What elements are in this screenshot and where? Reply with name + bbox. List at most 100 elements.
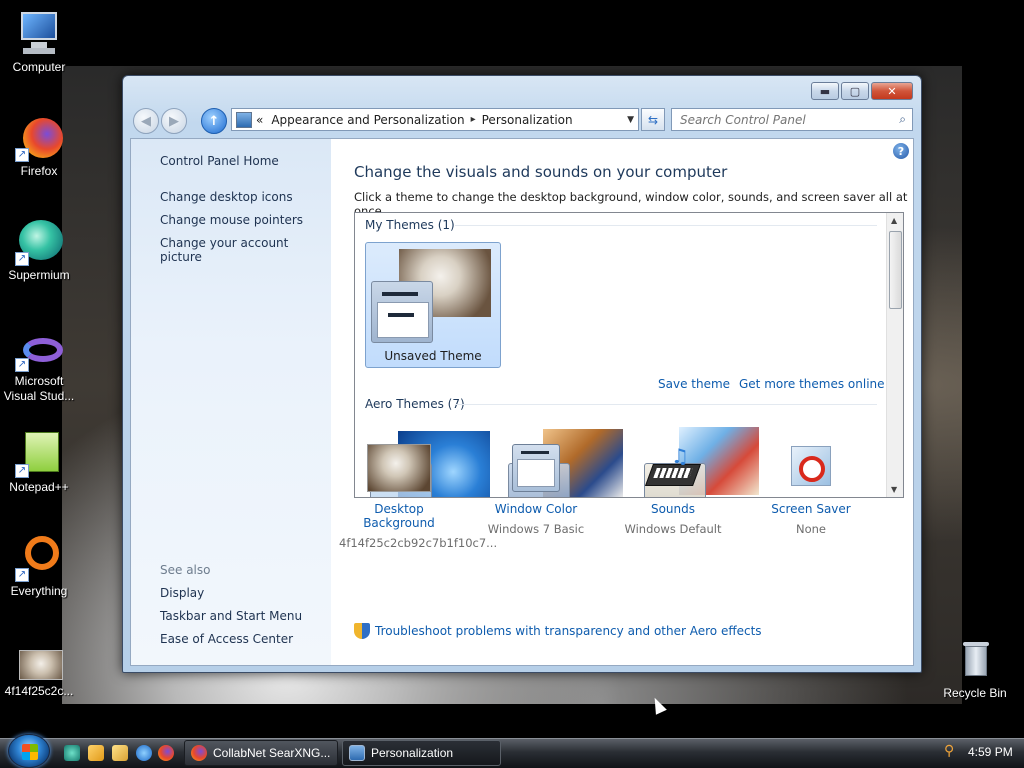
taskbar-button-searxng[interactable]: CollabNet SearXNG...	[184, 740, 338, 766]
task-pane: Control Panel Home Change desktop icons …	[131, 139, 331, 665]
search-box[interactable]: ⌕	[671, 108, 913, 131]
desktop-icon-notepadpp[interactable]: ↗ Notepad++	[1, 430, 77, 495]
internet-explorer-icon[interactable]	[136, 745, 152, 761]
setting-name: Window Color	[494, 502, 578, 516]
refresh-button[interactable]: ⇆	[641, 108, 665, 131]
setting-name: Desktop Background	[363, 502, 435, 530]
up-arrow-icon: ↑	[208, 113, 220, 129]
sounds-icon: ♫	[641, 444, 705, 494]
theme-unsaved[interactable]: Unsaved Theme	[365, 242, 501, 368]
breadcrumb-appearance[interactable]: Appearance and Personalization	[271, 113, 464, 127]
shortcut-arrow-icon: ↗	[15, 252, 29, 266]
start-button[interactable]	[8, 734, 50, 768]
image-file-icon	[15, 648, 63, 682]
minimize-button[interactable]: ▬	[811, 82, 839, 100]
explorer-folder-icon[interactable]	[112, 745, 128, 761]
setting-name: Sounds	[650, 502, 696, 516]
desktop-icon-firefox[interactable]: ↗ Firefox	[1, 114, 77, 179]
control-panel-icon	[236, 111, 252, 128]
shortcut-arrow-icon: ↗	[15, 568, 29, 582]
everything-icon: ↗	[15, 534, 63, 582]
setting-value: 4f14f25c2cb92c7b1f10c7...	[339, 536, 498, 550]
aero-themes-heading: Aero Themes (7)	[365, 397, 465, 411]
desktop-icon-label: Recycle Bin	[943, 686, 1007, 700]
desktop-icon-label: Microsoft Visual Stud...	[3, 374, 75, 403]
personalization-window: ▬ ▢ ✕ ◀ ▶ ↑ « Appearance and Personaliza…	[122, 75, 922, 673]
desktop-icon-computer[interactable]: Computer	[1, 10, 77, 75]
window-color-setting[interactable]: Window Color Windows 7 Basic	[476, 444, 596, 536]
scroll-down-icon[interactable]: ▼	[891, 485, 897, 494]
screen-saver-icon	[779, 444, 843, 494]
change-mouse-pointers-link[interactable]: Change mouse pointers	[160, 213, 303, 227]
scroll-up-icon[interactable]: ▲	[891, 216, 897, 225]
uac-shield-icon	[354, 623, 370, 639]
firefox-quicklaunch-icon[interactable]	[158, 745, 174, 761]
display-link[interactable]: Display	[160, 586, 204, 600]
get-more-themes-link[interactable]: Get more themes online	[739, 377, 885, 391]
troubleshoot-aero-link[interactable]: Troubleshoot problems with transparency …	[375, 624, 762, 638]
ease-of-access-link[interactable]: Ease of Access Center	[160, 632, 293, 646]
system-clock[interactable]: 4:59 PM	[968, 745, 1013, 759]
setting-value: Windows 7 Basic	[487, 522, 585, 536]
refresh-icon: ⇆	[647, 112, 659, 127]
desktop-icon-image-file[interactable]: 4f14f25c2c...	[1, 648, 77, 699]
address-dropdown-icon[interactable]: ▼	[627, 115, 634, 125]
setting-value: Windows Default	[624, 522, 722, 536]
desktop-icon-recycle-bin[interactable]: Recycle Bin	[937, 636, 1013, 701]
desktop-icon-supermium[interactable]: ↗ Supermium	[1, 218, 77, 283]
forward-arrow-icon: ▶	[169, 113, 179, 129]
taskbar-button-label: Personalization	[371, 746, 454, 760]
address-chevron[interactable]: «	[256, 113, 263, 127]
see-also-heading: See also	[160, 563, 211, 577]
forward-button[interactable]: ▶	[161, 108, 187, 134]
group-divider	[455, 225, 877, 226]
supermium-icon: ↗	[15, 218, 63, 266]
my-themes-heading: My Themes (1)	[365, 218, 455, 232]
window-color-icon	[504, 444, 568, 494]
close-button[interactable]: ✕	[871, 82, 913, 100]
window-content: Control Panel Home Change desktop icons …	[130, 138, 914, 666]
page-title: Change the visuals and sounds on your co…	[354, 163, 728, 181]
window-controls: ▬ ▢ ✕	[811, 82, 913, 100]
taskbar-button-label: CollabNet SearXNG...	[213, 746, 331, 760]
theme-label: Unsaved Theme	[384, 349, 482, 363]
theme-list-scrollbar[interactable]: ▲ ▼	[886, 213, 903, 497]
tray-search-icon[interactable]: ⚲	[944, 743, 954, 759]
control-panel-home-link[interactable]: Control Panel Home	[160, 154, 279, 168]
breadcrumb-separator-icon[interactable]: ▸	[471, 114, 476, 125]
taskbar-start-menu-link[interactable]: Taskbar and Start Menu	[160, 609, 302, 623]
taskbar	[0, 738, 1024, 768]
desktop-background-setting[interactable]: Desktop Background 4f14f25c2cb92c7b1f10c…	[339, 444, 498, 550]
show-desktop-icon[interactable]	[88, 745, 104, 761]
desktop-icon-label: 4f14f25c2c...	[4, 684, 74, 698]
desktop-icon-visual-studio[interactable]: ↗ Microsoft Visual Stud...	[1, 336, 77, 404]
help-icon[interactable]: ?	[893, 143, 909, 159]
theme-window-thumbnail	[371, 281, 433, 343]
firefox-icon	[191, 745, 207, 761]
desktop-icon-everything[interactable]: ↗ Everything	[1, 534, 77, 599]
back-button[interactable]: ◀	[133, 108, 159, 134]
back-arrow-icon: ◀	[141, 113, 151, 129]
sounds-setting[interactable]: ♫ Sounds Windows Default	[613, 444, 733, 536]
search-icon[interactable]: ⌕	[899, 112, 906, 127]
address-bar[interactable]: « Appearance and Personalization ▸ Perso…	[231, 108, 639, 131]
group-divider	[455, 404, 877, 405]
change-desktop-icons-link[interactable]: Change desktop icons	[160, 190, 293, 204]
up-button[interactable]: ↑	[201, 108, 227, 134]
search-input[interactable]	[680, 112, 880, 127]
save-theme-link[interactable]: Save theme	[658, 377, 730, 391]
computer-icon	[15, 10, 63, 58]
change-account-picture-link[interactable]: Change your account picture	[160, 236, 331, 264]
setting-name: Screen Saver	[771, 502, 851, 516]
breadcrumb-personalization[interactable]: Personalization	[482, 113, 573, 127]
taskbar-button-personalization[interactable]: Personalization	[342, 740, 501, 766]
navigation-bar: ◀ ▶ ↑ « Appearance and Personalization ▸…	[131, 106, 913, 134]
screen-saver-setting[interactable]: Screen Saver None	[751, 444, 871, 536]
supermium-quicklaunch-icon[interactable]	[64, 745, 80, 761]
desktop-background-icon	[367, 444, 431, 494]
main-pane: ? Change the visuals and sounds on your …	[331, 139, 913, 665]
desktop-icon-label: Supermium	[8, 268, 70, 282]
desktop-icon-label: Firefox	[20, 164, 58, 178]
maximize-button[interactable]: ▢	[841, 82, 869, 100]
scrollbar-thumb[interactable]	[889, 231, 902, 309]
